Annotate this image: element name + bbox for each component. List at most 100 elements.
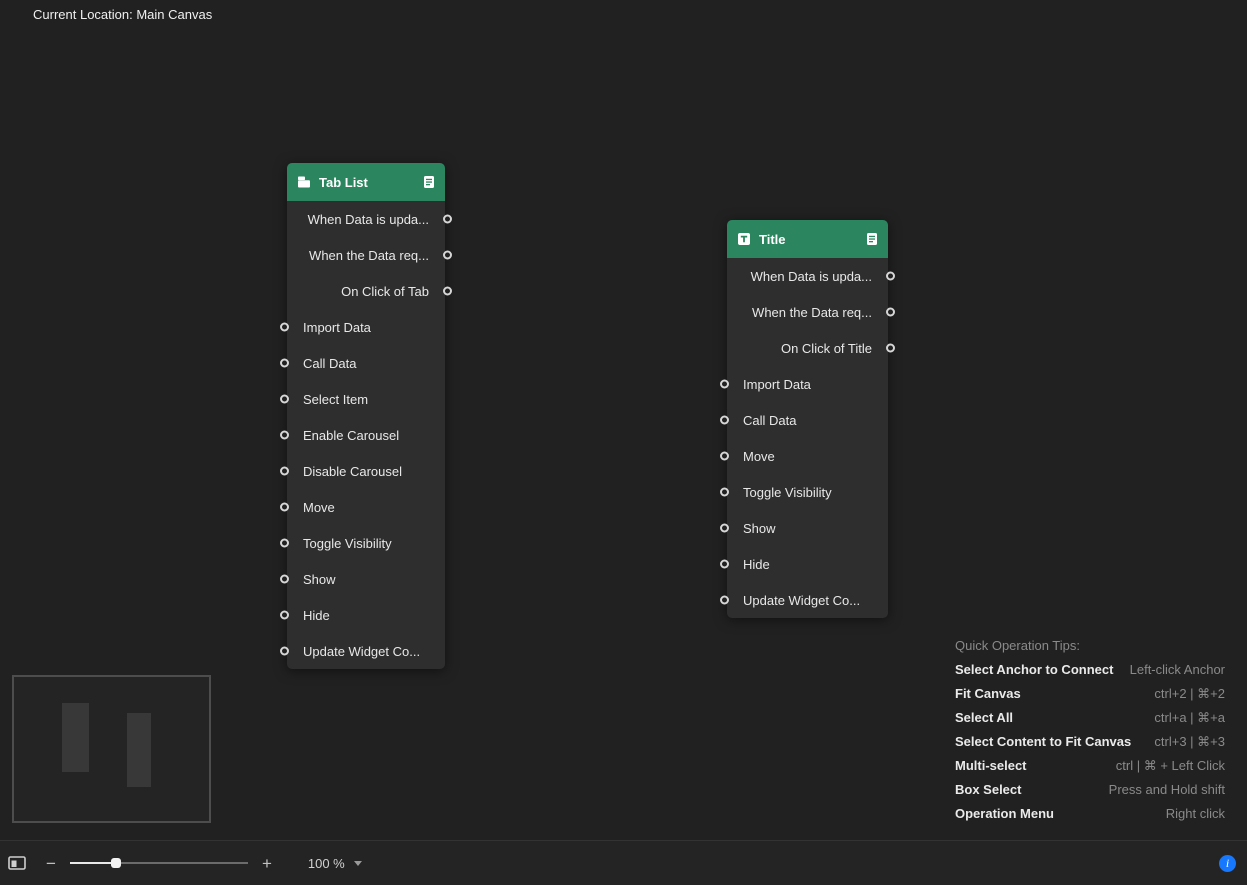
zoom-slider-handle[interactable] [110,858,121,868]
input-anchor-label: Enable Carousel [303,427,400,443]
input-row: Move [720,438,888,474]
input-anchor[interactable] [280,466,289,476]
input-anchor[interactable] [280,610,289,620]
output-anchor[interactable] [443,286,452,296]
tip-label: Select All [955,710,1014,725]
tip-row: Select All ctrl+a | ⌘+a [955,706,1225,730]
tab-list-icon [297,175,311,189]
input-anchor[interactable] [720,487,729,497]
output-anchor[interactable] [886,271,895,281]
tip-row: Box Select Press and Hold shift [955,778,1225,802]
zoom-slider-fill [69,862,116,864]
input-row: Call Data [280,345,445,381]
minimap[interactable] [12,675,211,823]
input-row: Move [280,489,445,525]
zoom-out-button[interactable]: − [42,855,60,872]
output-anchor[interactable] [886,343,895,353]
current-location-label: Current Location: Main Canvas [33,7,213,22]
output-row: When the Data req... [287,237,452,273]
minimap-toggle-icon[interactable] [8,856,26,870]
input-row: Select Item [280,381,445,417]
input-anchor-label: Move [303,499,335,515]
tip-row: Multi-select ctrl | ⌘ + Left Click [955,754,1225,778]
input-row: Hide [720,546,888,582]
input-row: Import Data [720,366,888,402]
input-row: Call Data [720,402,888,438]
minimap-node [62,703,89,772]
input-anchor[interactable] [280,574,289,584]
tip-value: Left-click Anchor [1129,662,1225,677]
input-anchor-label: Move [743,448,775,464]
input-anchor-label: Hide [303,607,330,623]
input-anchor-label: Hide [743,556,770,572]
bottom-toolbar: − + 100 % i [0,840,1247,885]
input-anchor-label: Import Data [743,376,811,392]
input-anchor[interactable] [280,538,289,548]
node-tab-list[interactable]: Tab List When Data is upda... When the Dat… [280,163,452,669]
node-header[interactable]: Title [727,220,888,258]
output-row: When Data is upda... [287,201,452,237]
input-anchor-label: Import Data [303,319,371,335]
document-icon[interactable] [866,232,878,246]
output-row: On Click of Tab [287,273,452,309]
tips-title: Quick Operation Tips: [955,638,1080,653]
input-anchor-label: Toggle Visibility [743,484,832,500]
input-anchor-label: Toggle Visibility [303,535,392,551]
output-anchor-label: When the Data req... [309,247,429,263]
output-row: When the Data req... [727,294,895,330]
input-anchor[interactable] [720,595,729,605]
tip-row: Operation Menu Right click [955,802,1225,826]
input-anchor[interactable] [280,394,289,404]
input-anchor[interactable] [720,523,729,533]
output-row: When Data is upda... [727,258,895,294]
input-anchor[interactable] [720,415,729,425]
input-anchor-label: Update Widget Co... [743,592,861,608]
tip-label: Select Anchor to Connect [955,662,1114,677]
input-anchor[interactable] [280,322,289,332]
tip-label: Select Content to Fit Canvas [955,734,1132,749]
tip-value: ctrl+3 | ⌘+3 [1154,734,1225,749]
output-anchor[interactable] [443,250,452,260]
input-anchor[interactable] [720,379,729,389]
output-anchor-label: When Data is upda... [750,268,872,284]
chevron-down-icon[interactable] [353,860,362,866]
node-title: Title [759,231,786,247]
output-row: On Click of Title [727,330,895,366]
output-anchor-label: On Click of Tab [341,283,429,299]
title-icon [737,232,751,246]
document-icon[interactable] [423,175,435,189]
input-anchor-label: Show [743,520,776,536]
input-anchor-label: Call Data [303,355,357,371]
tip-row: Select Content to Fit Canvas ctrl+3 | ⌘+3 [955,730,1225,754]
input-anchor-label: Call Data [743,412,797,428]
output-anchor-label: When the Data req... [752,304,872,320]
input-anchor[interactable] [280,502,289,512]
tip-label: Multi-select [955,758,1027,773]
input-row: Enable Carousel [280,417,445,453]
input-anchor[interactable] [280,430,289,440]
tip-label: Box Select [955,782,1022,797]
zoom-percentage[interactable]: 100 % [308,856,345,871]
tip-value: ctrl+2 | ⌘+2 [1154,686,1225,701]
output-anchor[interactable] [886,307,895,317]
tip-label: Fit Canvas [955,686,1021,701]
tip-value: ctrl+a | ⌘+a [1154,710,1225,725]
output-anchor[interactable] [443,214,452,224]
output-anchor-label: When Data is upda... [307,211,429,227]
input-anchor[interactable] [280,646,289,656]
zoom-in-button[interactable]: + [258,855,276,872]
tip-label: Operation Menu [955,806,1054,821]
node-title[interactable]: Title When Data is upda... When the Data r… [720,220,895,618]
tip-row: Select Anchor to Connect Left-click Ancho… [955,658,1225,682]
node-header[interactable]: Tab List [287,163,445,201]
zoom-slider[interactable] [69,856,248,870]
quick-operation-tips: Quick Operation Tips: Select Anchor to C… [955,634,1225,826]
input-anchor[interactable] [720,451,729,461]
input-anchor[interactable] [280,358,289,368]
input-anchor-label: Show [303,571,336,587]
node-title: Tab List [319,174,368,190]
input-anchor[interactable] [720,559,729,569]
input-row: Hide [280,597,445,633]
output-anchor-label: On Click of Title [780,340,872,356]
info-icon[interactable]: i [1219,854,1236,872]
